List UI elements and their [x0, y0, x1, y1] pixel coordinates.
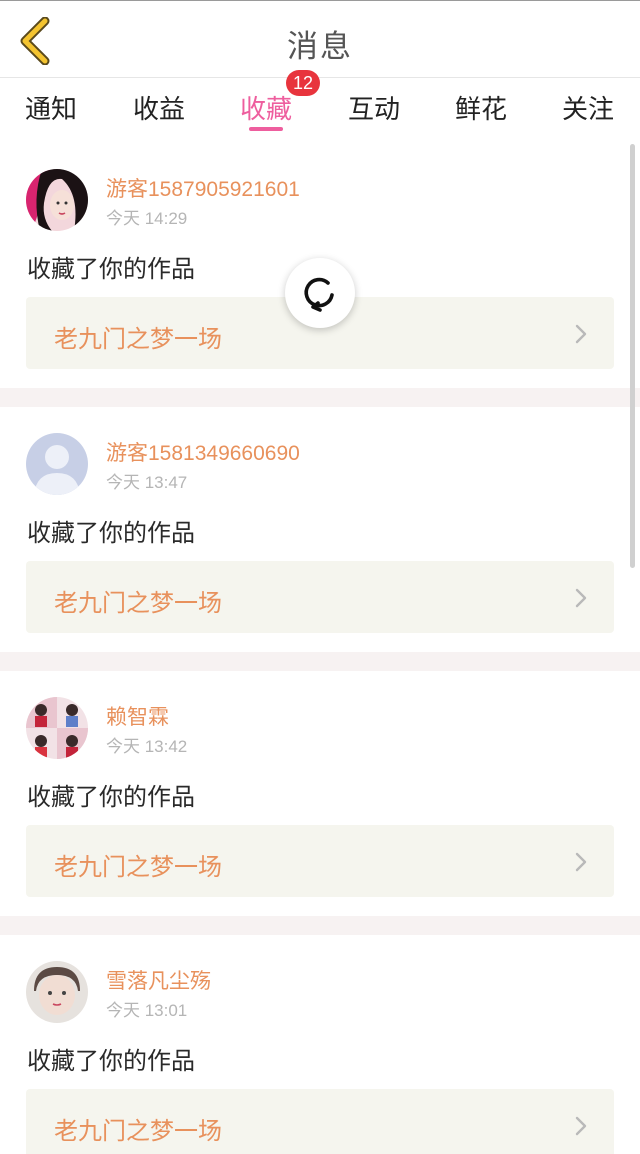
timestamp: 今天 13:01 — [106, 1001, 188, 1020]
user-photo-icon — [26, 697, 88, 759]
default-avatar-icon — [26, 433, 88, 495]
user-photo-icon — [26, 169, 88, 231]
action-text: 收藏了你的作品 — [27, 1047, 195, 1075]
active-tab-indicator — [249, 127, 283, 131]
chevron-right-icon — [575, 588, 587, 608]
user-photo-icon — [26, 961, 88, 1023]
avatar[interactable] — [26, 169, 88, 231]
tab-bar: 通知 收益 收藏 12 互动 鲜花 关注 — [0, 70, 640, 143]
work-title: 老九门之梦一场 — [54, 1117, 222, 1145]
refresh-button[interactable] — [285, 258, 355, 328]
scrollbar[interactable] — [630, 144, 635, 568]
chevron-right-icon — [575, 324, 587, 344]
action-text: 收藏了你的作品 — [27, 519, 195, 547]
divider — [0, 652, 640, 671]
list-item: 雪落凡尘殇 今天 13:01 收藏了你的作品 老九门之梦一场 — [0, 935, 640, 1154]
work-title: 老九门之梦一场 — [54, 325, 222, 353]
action-text: 收藏了你的作品 — [27, 255, 195, 283]
username[interactable]: 游客1581349660690 — [106, 437, 300, 467]
timestamp: 今天 13:42 — [106, 737, 188, 756]
username[interactable]: 赖智霖 — [106, 701, 169, 731]
action-text: 收藏了你的作品 — [27, 783, 195, 811]
work-title: 老九门之梦一场 — [54, 589, 222, 617]
list-item: 游客1581349660690 今天 13:47 收藏了你的作品 老九门之梦一场 — [0, 407, 640, 652]
favorites-count-badge: 12 — [286, 70, 320, 96]
tab-interactions[interactable]: 互动 — [329, 89, 419, 126]
avatar[interactable] — [26, 961, 88, 1023]
timestamp: 今天 13:47 — [106, 473, 188, 492]
tab-earnings[interactable]: 收益 — [114, 89, 204, 126]
page-title: 消息 — [287, 29, 353, 65]
work-link[interactable]: 老九门之梦一场 — [26, 1089, 614, 1154]
timestamp: 今天 14:29 — [106, 209, 188, 228]
chevron-right-icon — [575, 852, 587, 872]
refresh-icon — [304, 277, 334, 312]
avatar[interactable] — [26, 697, 88, 759]
avatar[interactable] — [26, 433, 88, 495]
username[interactable]: 游客1587905921601 — [106, 173, 300, 203]
chevron-right-icon — [575, 1116, 587, 1136]
work-link[interactable]: 老九门之梦一场 — [26, 825, 614, 897]
tab-notifications[interactable]: 通知 — [6, 89, 96, 126]
work-link[interactable]: 老九门之梦一场 — [26, 561, 614, 633]
username[interactable]: 雪落凡尘殇 — [106, 965, 211, 995]
top-nav-bar: 消息 — [0, 0, 640, 78]
divider — [0, 916, 640, 935]
tab-flowers[interactable]: 鲜花 — [436, 89, 526, 126]
work-title: 老九门之梦一场 — [54, 853, 222, 881]
tab-following[interactable]: 关注 — [543, 89, 633, 126]
divider — [0, 388, 640, 407]
list-item: 赖智霖 今天 13:42 收藏了你的作品 老九门之梦一场 — [0, 671, 640, 916]
